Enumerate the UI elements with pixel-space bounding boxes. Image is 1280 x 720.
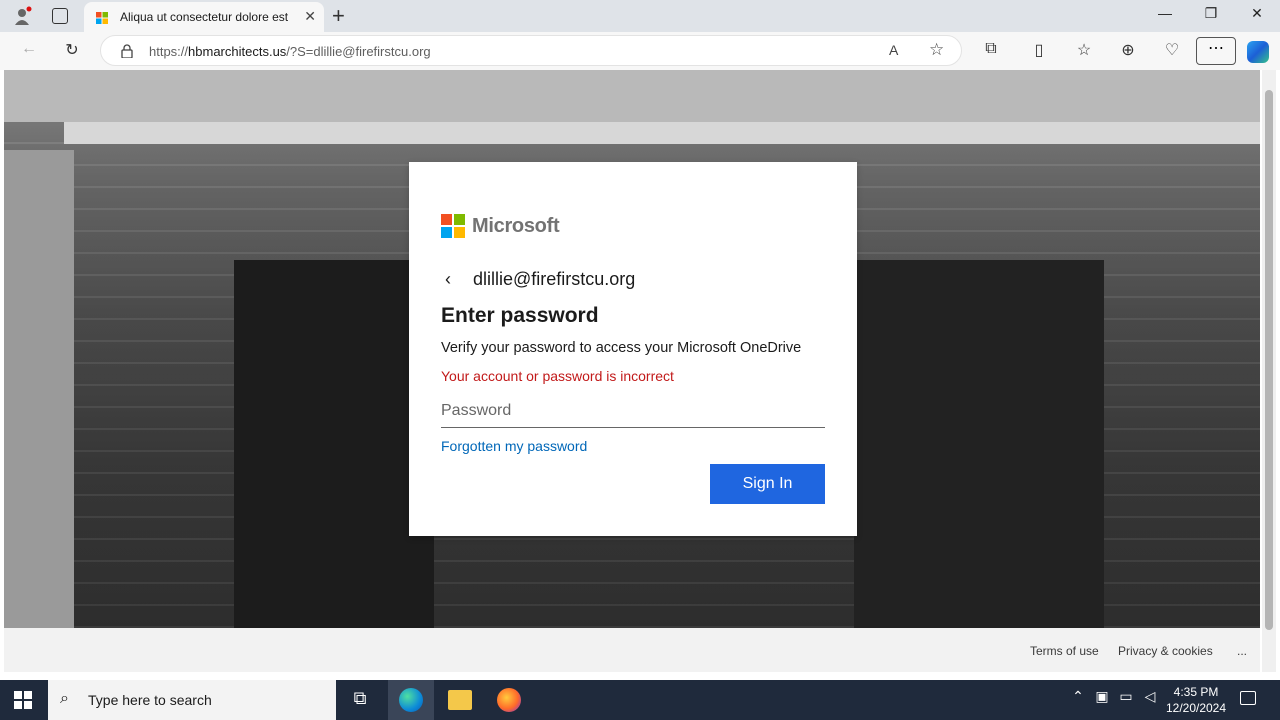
clock-date: 12/20/2024 xyxy=(1165,701,1227,715)
microsoft-logo xyxy=(441,214,465,238)
building-cornice xyxy=(64,122,1260,144)
edge-icon[interactable] xyxy=(388,680,434,720)
address-bar[interactable]: https://hbmarchitects.us/?S=dlillie@fire… xyxy=(100,35,962,66)
password-input[interactable] xyxy=(441,394,825,428)
read-aloud-icon[interactable]: A xyxy=(889,42,898,58)
profile-icon[interactable] xyxy=(12,6,32,26)
sign-in-button[interactable]: Sign In xyxy=(710,464,825,504)
building-pillar xyxy=(4,150,74,628)
back-arrow-icon[interactable]: ‹ xyxy=(445,269,451,290)
minimize-button[interactable]: — xyxy=(1142,5,1188,21)
firefox-icon[interactable] xyxy=(497,688,521,712)
extensions-icon[interactable]: ⧉ xyxy=(980,40,1002,58)
taskbar-search[interactable]: ⌕ Type here to search xyxy=(48,680,336,720)
error-message: Your account or password is incorrect xyxy=(441,368,674,384)
search-placeholder: Type here to search xyxy=(88,692,212,708)
browser-essentials-icon[interactable]: ♡ xyxy=(1161,40,1183,60)
settings-more-icon[interactable]: ⋯ xyxy=(1196,37,1236,65)
network-icon[interactable]: ▭ xyxy=(1114,688,1138,712)
windows-start-icon[interactable] xyxy=(14,691,32,709)
favorites-icon[interactable]: ☆ xyxy=(1073,40,1095,60)
search-icon: ⌕ xyxy=(60,690,69,707)
refresh-icon[interactable]: ↻ xyxy=(61,40,83,60)
scrollbar-thumb[interactable] xyxy=(1265,90,1273,630)
browser-tab-bar: Aliqua ut consectetur dolore est ✕ + — ❐… xyxy=(0,0,1280,32)
favicon-icon xyxy=(96,11,108,24)
task-view-icon[interactable]: ⧉ xyxy=(348,688,372,712)
active-tab[interactable]: Aliqua ut consectetur dolore est ✕ xyxy=(84,2,324,32)
tab-close-icon[interactable]: ✕ xyxy=(304,8,316,25)
new-tab-button[interactable]: + xyxy=(332,3,345,29)
garage-door-right xyxy=(854,260,1104,628)
volume-icon[interactable]: ◁ xyxy=(1138,688,1162,712)
privacy-link[interactable]: Privacy & cookies xyxy=(1118,644,1213,658)
collections-icon[interactable]: ⊕ xyxy=(1117,40,1139,60)
browser-toolbar: ← ↻ https://hbmarchitects.us/?S=dlillie@… xyxy=(0,32,1280,70)
restore-button[interactable]: ❐ xyxy=(1188,5,1234,22)
taskbar: ⌕ Type here to search ⧉ ⌃ ▣ ▭ ◁ 4:35 PM … xyxy=(0,680,1280,720)
file-explorer-icon[interactable] xyxy=(448,690,472,710)
close-window-button[interactable]: ✕ xyxy=(1234,5,1280,22)
clock-time: 4:35 PM xyxy=(1173,685,1219,699)
split-screen-icon[interactable]: ▯ xyxy=(1028,40,1050,60)
notification-icon[interactable] xyxy=(1240,691,1256,705)
url-text[interactable]: https://hbmarchitects.us/?S=dlillie@fire… xyxy=(149,44,431,59)
forgot-password-link[interactable]: Forgotten my password xyxy=(441,438,587,454)
footer-more-link[interactable]: ... xyxy=(1237,644,1247,658)
page-footer: Terms of use Privacy & cookies ... xyxy=(4,628,1260,672)
favorite-star-icon[interactable]: ☆ xyxy=(929,40,944,60)
description-text: Verify your password to access your Micr… xyxy=(441,340,802,356)
building-facade xyxy=(4,70,1260,122)
copilot-icon[interactable] xyxy=(1247,41,1269,63)
clock[interactable]: 4:35 PM 12/20/2024 xyxy=(1160,684,1232,716)
back-arrow-icon[interactable]: ← xyxy=(18,40,40,58)
lock-icon[interactable] xyxy=(121,44,133,59)
device-icon[interactable]: ▣ xyxy=(1090,688,1114,712)
login-dialog: Microsoft ‹ dlillie@firefirstcu.org Ente… xyxy=(409,162,857,536)
garage-door-left xyxy=(234,260,434,628)
page-title: Enter password xyxy=(441,304,599,327)
account-email: dlillie@firefirstcu.org xyxy=(473,269,636,289)
page-scrollbar[interactable] xyxy=(1262,70,1276,672)
terms-link[interactable]: Terms of use xyxy=(1030,644,1099,658)
tab-title: Aliqua ut consectetur dolore est xyxy=(120,10,289,24)
tab-actions-icon[interactable] xyxy=(52,8,68,24)
brand-name: Microsoft xyxy=(472,215,560,237)
chevron-up-icon[interactable]: ⌃ xyxy=(1066,688,1090,712)
